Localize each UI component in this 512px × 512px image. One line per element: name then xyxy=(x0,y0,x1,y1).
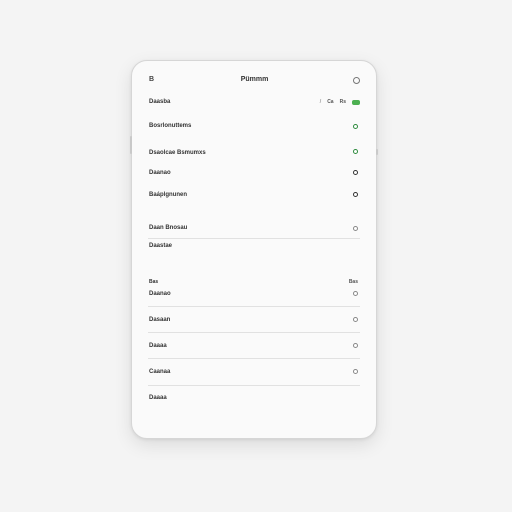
edit-icon[interactable]: / xyxy=(320,99,321,105)
list-item-label[interactable]: Bosrlonuttems xyxy=(149,123,191,129)
radio-icon[interactable] xyxy=(353,192,358,197)
section-heading-right: Bas xyxy=(348,279,358,285)
side-button xyxy=(376,149,378,155)
section-heading: Bas xyxy=(149,279,159,285)
list-item-label[interactable]: Daaaa xyxy=(149,343,167,349)
divider xyxy=(148,238,360,239)
radio-icon[interactable] xyxy=(353,369,358,374)
divider xyxy=(148,332,360,333)
list-item-label[interactable]: Daan Bnosau xyxy=(149,225,187,231)
radio-icon[interactable] xyxy=(353,291,358,296)
screen: B Pümmm Daasba / Ca Rs Bosrlonuttems Ds… xyxy=(132,61,376,438)
top-bar: B Pümmm xyxy=(149,76,360,86)
device-frame: B Pümmm Daasba / Ca Rs Bosrlonuttems Ds… xyxy=(130,60,378,439)
list-item-label[interactable]: Dasaan xyxy=(149,317,170,323)
toolbar-label[interactable]: Ca xyxy=(327,99,333,105)
list-item-label[interactable]: Caanaa xyxy=(149,369,170,375)
radio-icon[interactable] xyxy=(353,343,358,348)
radio-icon[interactable] xyxy=(353,124,358,129)
radio-icon[interactable] xyxy=(353,170,358,175)
settings-icon[interactable] xyxy=(353,77,360,84)
page-title: Pümmm xyxy=(240,76,269,83)
radio-icon[interactable] xyxy=(353,226,358,231)
list-item-label[interactable]: Baáplgnunen xyxy=(149,192,187,198)
radio-icon[interactable] xyxy=(353,149,358,154)
list-item-label[interactable]: Daastae xyxy=(149,243,172,249)
divider xyxy=(148,306,360,307)
toolbar-label[interactable]: Rs xyxy=(340,99,346,105)
list-item-label[interactable]: Daaaa xyxy=(149,395,167,401)
divider xyxy=(148,385,360,386)
divider xyxy=(148,358,360,359)
list-item-label[interactable]: Daanao xyxy=(149,291,171,297)
toolbar: / Ca Rs xyxy=(320,98,360,106)
list-item-label[interactable]: Daanao xyxy=(149,170,171,176)
radio-icon[interactable] xyxy=(353,317,358,322)
section-title: Daasba xyxy=(149,99,171,105)
toggle-switch[interactable] xyxy=(352,99,360,105)
stage: B Pümmm Daasba / Ca Rs Bosrlonuttems Ds… xyxy=(0,0,512,512)
list-item-label[interactable]: Dsaolcae Bsmumxs xyxy=(149,150,206,156)
